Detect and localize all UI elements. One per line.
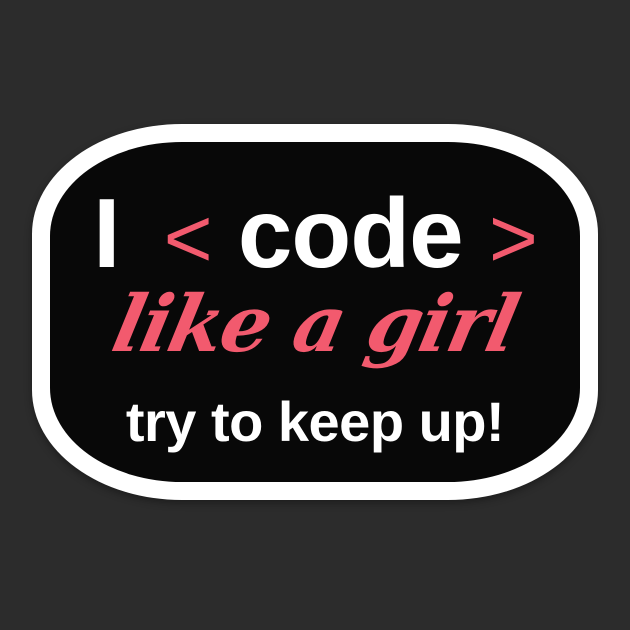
pronoun-text: I xyxy=(93,178,120,288)
like-a-girl-text: like a girl xyxy=(105,279,526,370)
open-bracket-text: < xyxy=(163,191,213,285)
sticker: I < code > like a girl try to keep up! xyxy=(32,124,598,500)
headline-code: I < code > xyxy=(50,178,580,293)
try-to-keep-up-text: try to keep up! xyxy=(125,390,505,453)
sticker-body: I < code > like a girl try to keep up! xyxy=(50,142,580,482)
code-word-text: code xyxy=(237,178,464,288)
close-bracket-text: > xyxy=(488,191,538,285)
